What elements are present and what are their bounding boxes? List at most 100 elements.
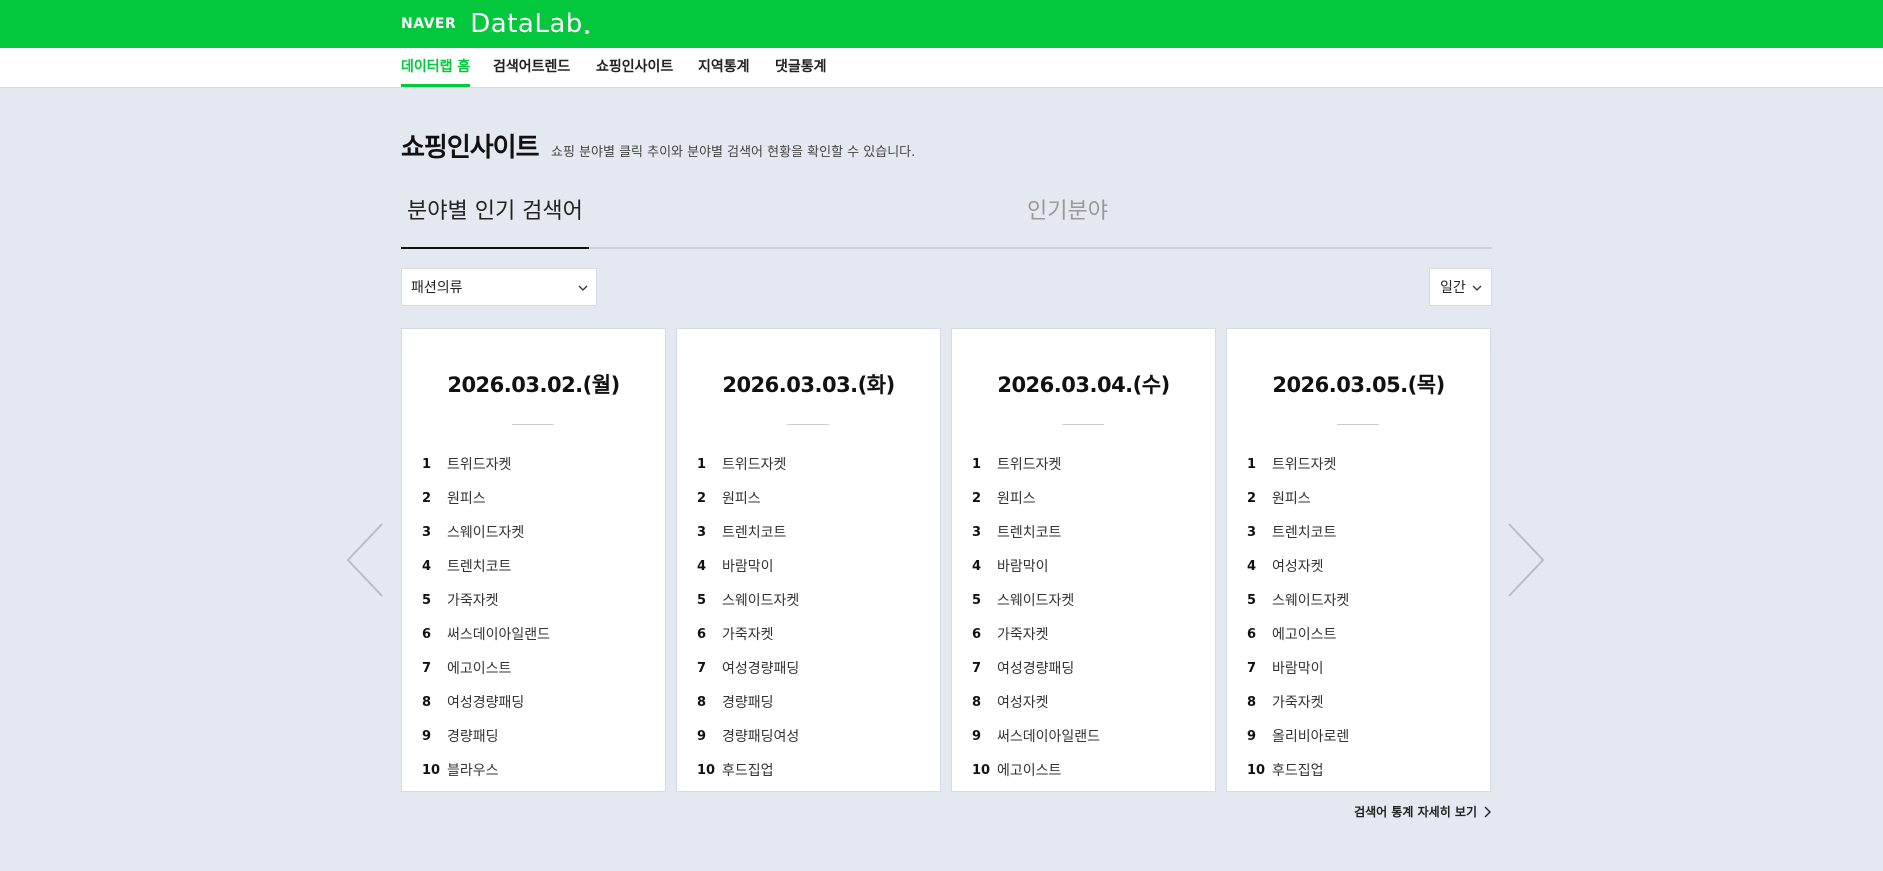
nav-item-datalab-home[interactable]: 데이터랩 홈 bbox=[401, 48, 471, 87]
rank-number: 2 bbox=[697, 490, 707, 506]
rank-number: 3 bbox=[697, 524, 707, 540]
page-title: 쇼핑인사이트 bbox=[401, 133, 540, 163]
rank-number: 6 bbox=[1247, 626, 1257, 642]
list-item[interactable]: 9 경량패딩 bbox=[422, 719, 550, 753]
list-item[interactable]: 3 트렌치코트 bbox=[972, 515, 1100, 549]
list-item[interactable]: 9 경량패딩여성 bbox=[697, 719, 799, 753]
nav-item-comment-stats[interactable]: 댓글통계 bbox=[775, 48, 827, 87]
rank-keyword: 여성경량패딩 bbox=[447, 695, 525, 711]
rank-number: 10 bbox=[422, 762, 441, 778]
list-item[interactable]: 10 블라우스 bbox=[422, 753, 550, 787]
list-item[interactable]: 9 올리비아로렌 bbox=[1247, 719, 1349, 753]
rank-keyword: 여성자켓 bbox=[997, 695, 1049, 711]
rank-number: 8 bbox=[697, 694, 707, 710]
datalab-logo-text: DataLab bbox=[470, 9, 583, 39]
rank-keyword: 바람막이 bbox=[1272, 661, 1324, 677]
logo-dot bbox=[584, 30, 589, 34]
rank-keyword: 원피스 bbox=[997, 491, 1036, 507]
rank-keyword: 원피스 bbox=[722, 491, 761, 507]
chevron-left-icon[interactable] bbox=[345, 520, 385, 600]
rank-keyword: 여성경량패딩 bbox=[722, 661, 800, 677]
list-item[interactable]: 4 바람막이 bbox=[697, 549, 799, 583]
rank-keyword: 후드집업 bbox=[722, 763, 774, 779]
rank-number: 3 bbox=[972, 524, 982, 540]
rank-keyword: 트렌치코트 bbox=[722, 525, 787, 541]
card-date: 2026.03.03.(화) bbox=[722, 373, 895, 397]
rank-keyword: 트위드자켓 bbox=[1272, 457, 1337, 473]
tab-popular-keywords[interactable]: 분야별 인기 검색어 bbox=[401, 187, 589, 249]
ranking-list: 1 트위드자켓 2 원피스 3 트렌치코트 4 바람막이 5 스웨이드자켓 6 가죽자켓 7… bbox=[697, 447, 799, 787]
list-item[interactable]: 10 에고이스트 bbox=[972, 753, 1100, 787]
list-item[interactable]: 4 여성자켓 bbox=[1247, 549, 1349, 583]
list-item[interactable]: 10 후드집업 bbox=[697, 753, 799, 787]
chevron-right-icon bbox=[1484, 806, 1491, 817]
rank-number: 4 bbox=[972, 558, 982, 574]
more-stats-link[interactable]: 검색어 통계 자세히 보기 bbox=[1354, 803, 1492, 820]
list-item[interactable]: 8 여성자켓 bbox=[972, 685, 1100, 719]
period-select[interactable]: 일간 bbox=[1429, 268, 1492, 306]
rank-number: 6 bbox=[422, 626, 432, 642]
rank-keyword: 바람막이 bbox=[722, 559, 774, 575]
list-item[interactable]: 2 원피스 bbox=[1247, 481, 1349, 515]
ranking-card: 2026.03.02.(월) 1 트위드자켓 2 원피스 3 스웨이드자켓 4 트렌치코… bbox=[401, 328, 666, 792]
list-item[interactable]: 7 바람막이 bbox=[1247, 651, 1349, 685]
list-item[interactable]: 5 스웨이드자켓 bbox=[697, 583, 799, 617]
rank-number: 8 bbox=[422, 694, 432, 710]
list-item[interactable]: 3 트렌치코트 bbox=[697, 515, 799, 549]
list-item[interactable]: 7 여성경량패딩 bbox=[972, 651, 1100, 685]
list-item[interactable]: 10 후드집업 bbox=[1247, 753, 1349, 787]
list-item[interactable]: 5 스웨이드자켓 bbox=[972, 583, 1100, 617]
list-item[interactable]: 8 경량패딩 bbox=[697, 685, 799, 719]
list-item[interactable]: 2 원피스 bbox=[422, 481, 550, 515]
list-item[interactable]: 9 써스데이아일랜드 bbox=[972, 719, 1100, 753]
list-item[interactable]: 3 트렌치코트 bbox=[1247, 515, 1349, 549]
list-item[interactable]: 4 트렌치코트 bbox=[422, 549, 550, 583]
rank-keyword: 에고이스트 bbox=[1272, 627, 1337, 643]
list-item[interactable]: 7 여성경량패딩 bbox=[697, 651, 799, 685]
list-item[interactable]: 1 트위드자켓 bbox=[422, 447, 550, 481]
list-item[interactable]: 8 가죽자켓 bbox=[1247, 685, 1349, 719]
list-item[interactable]: 6 가죽자켓 bbox=[972, 617, 1100, 651]
list-item[interactable]: 5 스웨이드자켓 bbox=[1247, 583, 1349, 617]
rank-number: 9 bbox=[1247, 728, 1257, 744]
chevron-right-icon[interactable] bbox=[1506, 520, 1546, 600]
list-item[interactable]: 8 여성경량패딩 bbox=[422, 685, 550, 719]
list-item[interactable]: 1 트위드자켓 bbox=[972, 447, 1100, 481]
list-item[interactable]: 5 가죽자켓 bbox=[422, 583, 550, 617]
rank-keyword: 가죽자켓 bbox=[1272, 695, 1324, 711]
list-item[interactable]: 6 써스데이아일랜드 bbox=[422, 617, 550, 651]
rank-keyword: 가죽자켓 bbox=[447, 593, 499, 609]
list-item[interactable]: 1 트위드자켓 bbox=[1247, 447, 1349, 481]
rank-number: 5 bbox=[1247, 592, 1257, 608]
list-item[interactable]: 2 원피스 bbox=[697, 481, 799, 515]
rank-keyword: 써스데이아일랜드 bbox=[447, 627, 551, 643]
period-select-value: 일간 bbox=[1440, 280, 1466, 296]
rank-number: 1 bbox=[972, 456, 982, 472]
nav-item-region-stats[interactable]: 지역통계 bbox=[698, 48, 750, 87]
datalab-logo[interactable]: NAVER DataLab bbox=[401, 7, 589, 41]
list-item[interactable]: 6 에고이스트 bbox=[1247, 617, 1349, 651]
rank-keyword: 가죽자켓 bbox=[722, 627, 774, 643]
rank-keyword: 후드집업 bbox=[1272, 763, 1324, 779]
tab-popular-categories[interactable]: 인기분야 bbox=[1021, 187, 1114, 247]
list-item[interactable]: 6 가죽자켓 bbox=[697, 617, 799, 651]
rank-keyword: 트렌치코트 bbox=[997, 525, 1062, 541]
rank-number: 9 bbox=[697, 728, 707, 744]
list-item[interactable]: 1 트위드자켓 bbox=[697, 447, 799, 481]
rank-number: 1 bbox=[1247, 456, 1257, 472]
rank-number: 4 bbox=[1247, 558, 1257, 574]
rank-number: 10 bbox=[972, 762, 991, 778]
category-select[interactable]: 패션의류 bbox=[401, 268, 597, 306]
nav-item-shopping-insight[interactable]: 쇼핑인사이트 bbox=[596, 48, 673, 87]
tab-bar: 분야별 인기 검색어 인기분야 bbox=[401, 187, 1492, 249]
list-item[interactable]: 7 에고이스트 bbox=[422, 651, 550, 685]
rank-number: 2 bbox=[972, 490, 982, 506]
list-item[interactable]: 3 스웨이드자켓 bbox=[422, 515, 550, 549]
naver-logo-text: NAVER bbox=[401, 16, 457, 32]
rank-number: 5 bbox=[972, 592, 982, 608]
rank-number: 9 bbox=[422, 728, 432, 744]
list-item[interactable]: 4 바람막이 bbox=[972, 549, 1100, 583]
list-item[interactable]: 2 원피스 bbox=[972, 481, 1100, 515]
rank-number: 2 bbox=[1247, 490, 1257, 506]
nav-item-search-trend[interactable]: 검색어트렌드 bbox=[493, 48, 570, 87]
